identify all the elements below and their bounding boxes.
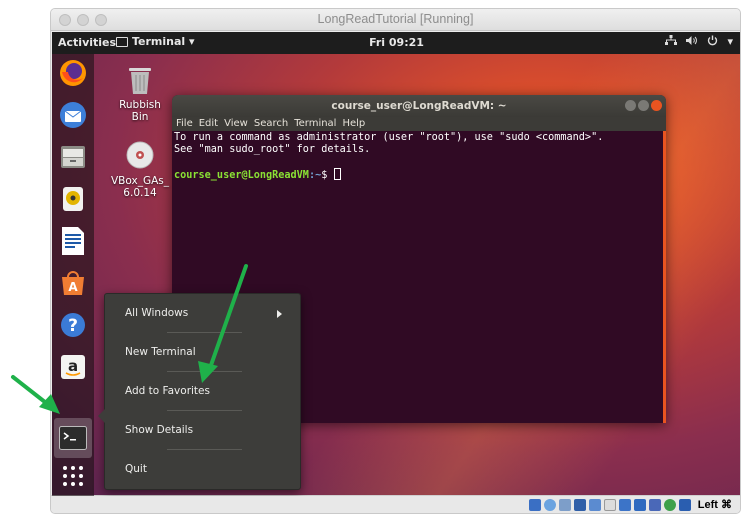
arrowhead bbox=[39, 394, 60, 414]
annotation-arrow-favorites bbox=[208, 264, 248, 370]
arrowhead bbox=[198, 361, 218, 383]
annotation-arrows bbox=[11, 264, 248, 414]
page: LongReadTutorial [Running] Activities Te… bbox=[0, 0, 748, 516]
